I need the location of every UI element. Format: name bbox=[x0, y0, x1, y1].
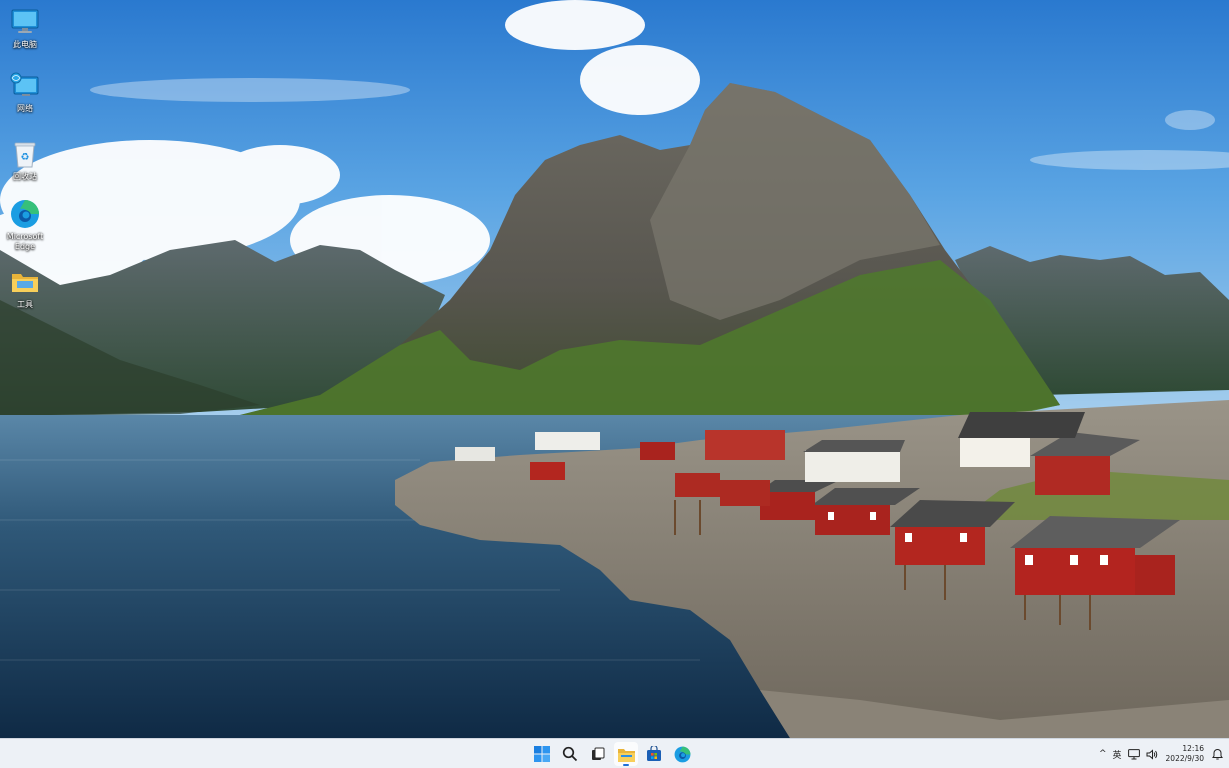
chevron-up-icon: ^ bbox=[1098, 749, 1107, 759]
speaker-icon bbox=[1146, 748, 1157, 760]
store-button[interactable] bbox=[642, 742, 666, 766]
desktop-wallpaper bbox=[0, 0, 1229, 738]
search-icon bbox=[562, 746, 578, 762]
language-indicator: 英 bbox=[1112, 750, 1122, 761]
desktop-icon-label: Microsoft Edge bbox=[6, 232, 44, 251]
file-explorer-icon bbox=[617, 748, 635, 762]
folder-icon bbox=[9, 266, 41, 298]
taskbar-apps bbox=[530, 739, 694, 768]
desktop-icon-network[interactable]: 网络 bbox=[2, 70, 48, 114]
system-tray: ^ 英 12:16 2022/9/30 bbox=[1099, 739, 1223, 768]
start-icon bbox=[534, 746, 550, 762]
taskbar: ^ 英 12:16 2022/9/30 bbox=[0, 738, 1229, 768]
desktop-icon-edge[interactable]: Microsoft Edge bbox=[2, 198, 48, 252]
task-view-button[interactable] bbox=[586, 742, 610, 766]
desktop-icon-recycle-bin[interactable]: ♻ 回收站 bbox=[2, 138, 48, 182]
svg-text:♻: ♻ bbox=[21, 152, 30, 163]
desktop-icon-label: 此电脑 bbox=[13, 40, 37, 49]
notification-center-button[interactable] bbox=[1212, 744, 1223, 764]
clock-date: 2022/9/30 bbox=[1165, 754, 1204, 763]
network-icon bbox=[9, 70, 41, 102]
desktop-icon-label: 网络 bbox=[17, 104, 33, 113]
recycle-bin-icon: ♻ bbox=[9, 138, 41, 170]
input-language-button[interactable]: 英 bbox=[1113, 744, 1122, 764]
clock-time: 12:16 bbox=[1182, 744, 1204, 753]
start-button[interactable] bbox=[530, 742, 554, 766]
store-icon bbox=[647, 746, 661, 761]
search-button[interactable] bbox=[558, 742, 582, 766]
volume-button[interactable] bbox=[1146, 744, 1158, 764]
desktop-icon-label: 回收站 bbox=[13, 172, 37, 181]
network-status-button[interactable] bbox=[1127, 744, 1140, 764]
clock[interactable]: 12:16 2022/9/30 bbox=[1164, 744, 1206, 764]
desktop-icon-label: 工具 bbox=[17, 300, 33, 309]
desktop-icon-this-pc[interactable]: 此电脑 bbox=[2, 6, 48, 50]
show-hidden-icons-button[interactable]: ^ bbox=[1099, 744, 1107, 764]
this-pc-icon bbox=[9, 6, 41, 38]
notification-icon bbox=[1212, 749, 1223, 760]
edge-icon bbox=[674, 746, 690, 762]
edge-icon bbox=[9, 198, 41, 230]
desktop-icon-tools-folder[interactable]: 工具 bbox=[2, 266, 48, 310]
task-view-icon bbox=[592, 747, 605, 760]
file-explorer-button[interactable] bbox=[614, 742, 638, 766]
network-icon bbox=[1127, 748, 1140, 759]
edge-taskbar-button[interactable] bbox=[670, 742, 694, 766]
